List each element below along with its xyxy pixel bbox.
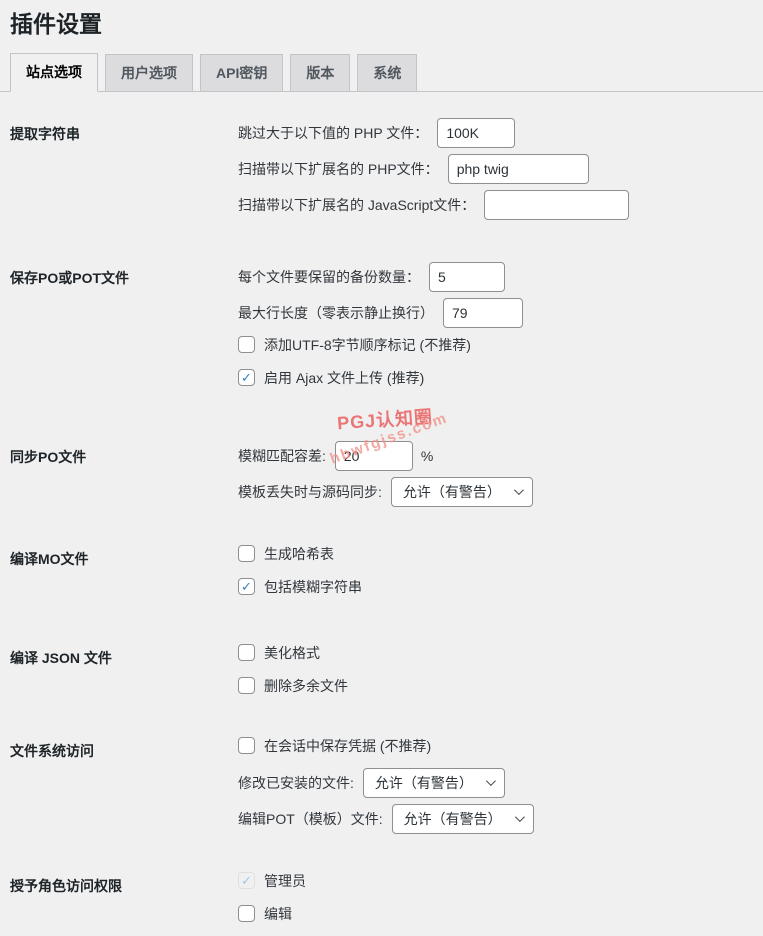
- field-label: 模糊匹配容差:: [238, 447, 326, 464]
- field-utf8-bom: 添加UTF-8字节顺序标记 (不推荐): [238, 334, 763, 356]
- php-extensions-input[interactable]: [447, 153, 589, 184]
- edit-pot-select[interactable]: 允许（有警告）: [391, 803, 534, 834]
- checkbox-label: 包括模糊字符串: [264, 578, 362, 595]
- field-skip-php-size: 跳过大于以下值的 PHP 文件：: [238, 117, 763, 148]
- field-save-credentials: 在会话中保存凭据 (不推荐): [238, 735, 763, 757]
- checkbox-label: 生成哈希表: [264, 545, 334, 562]
- field-label: 每个文件要保留的备份数量：: [238, 268, 420, 285]
- chevron-down-icon: [485, 776, 496, 787]
- chevron-down-icon: [514, 812, 525, 823]
- section-filesystem-access: 文件系统访问 在会话中保存凭据 (不推荐) 修改已安装的文件: 允许（有警告） …: [10, 735, 763, 840]
- field-role-editor: 编辑: [238, 903, 763, 925]
- checkbox-label: 美化格式: [264, 644, 320, 661]
- field-label: 扫描带以下扩展名的 JavaScript文件：: [238, 196, 476, 213]
- field-js-extensions: 扫描带以下扩展名的 JavaScript文件：: [238, 189, 763, 220]
- checkbox-label: 管理员: [264, 872, 306, 889]
- tab-site-options[interactable]: 站点选项: [10, 52, 98, 92]
- section-heading: 授予角色访问权限: [10, 877, 122, 894]
- field-label: 编辑POT（模板）文件:: [238, 810, 383, 827]
- include-fuzzy-checkbox[interactable]: ✓: [238, 578, 255, 596]
- field-role-admin: ✓ 管理员: [238, 870, 763, 892]
- field-include-fuzzy: ✓ 包括模糊字符串: [238, 576, 763, 598]
- checkbox-label: 在会话中保存凭据 (不推荐): [264, 737, 432, 754]
- field-sync-missing-template: 模板丢失时与源码同步: 允许（有警告）: [238, 476, 763, 507]
- field-label: 扫描带以下扩展名的 PHP文件：: [238, 160, 439, 177]
- section-extract-strings: 提取字符串 跳过大于以下值的 PHP 文件： 扫描带以下扩展名的 PHP文件： …: [10, 117, 763, 226]
- utf8-bom-checkbox[interactable]: [238, 336, 255, 354]
- skip-php-size-input[interactable]: [437, 117, 516, 148]
- field-pretty-print: 美化格式: [238, 642, 763, 664]
- fuzzy-tolerance-input[interactable]: [334, 440, 413, 471]
- percent-suffix: %: [420, 447, 434, 464]
- field-ajax-upload: ✓ 启用 Ajax 文件上传 (推荐): [238, 367, 763, 389]
- checkbox-label: 删除多余文件: [264, 677, 348, 694]
- section-heading: 编译MO文件: [10, 550, 89, 567]
- backup-count-input[interactable]: [429, 261, 505, 292]
- field-fuzzy-tolerance: 模糊匹配容差: %: [238, 440, 763, 471]
- modify-installed-select[interactable]: 允许（有警告）: [362, 767, 505, 798]
- tab-api-keys[interactable]: API密钥: [200, 53, 284, 91]
- section-heading: 编译 JSON 文件: [10, 649, 112, 666]
- hash-table-checkbox[interactable]: [238, 545, 255, 563]
- section-heading: 同步PO文件: [10, 448, 87, 465]
- select-value: 允许（有警告）: [374, 774, 473, 791]
- field-label: 模板丢失时与源码同步:: [238, 483, 382, 500]
- section-role-access: 授予角色访问权限 ✓ 管理员 编辑: [10, 870, 763, 936]
- field-edit-pot: 编辑POT（模板）文件: 允许（有警告）: [238, 803, 763, 834]
- page-title: 插件设置: [10, 11, 102, 37]
- field-backup-count: 每个文件要保留的备份数量：: [238, 261, 763, 292]
- tab-system[interactable]: 系统: [357, 53, 418, 91]
- section-compile-mo: 编译MO文件 生成哈希表 ✓ 包括模糊字符串: [10, 543, 763, 609]
- tab-version[interactable]: 版本: [290, 53, 351, 91]
- remove-redundant-checkbox[interactable]: [238, 677, 255, 695]
- check-icon: ✓: [241, 873, 252, 889]
- tab-user-options[interactable]: 用户选项: [105, 53, 193, 91]
- select-value: 允许（有警告）: [403, 810, 502, 827]
- field-label: 最大行长度（零表示静止换行）: [238, 304, 434, 321]
- section-heading: 文件系统访问: [10, 742, 94, 759]
- check-icon: ✓: [241, 579, 252, 595]
- field-label: 跳过大于以下值的 PHP 文件：: [238, 124, 429, 141]
- js-extensions-input[interactable]: [484, 189, 630, 220]
- section-heading: 保存PO或POT文件: [10, 269, 130, 286]
- role-admin-checkbox: ✓: [238, 872, 255, 890]
- checkbox-label: 启用 Ajax 文件上传 (推荐): [264, 369, 425, 386]
- role-editor-checkbox[interactable]: [238, 905, 255, 923]
- field-php-extensions: 扫描带以下扩展名的 PHP文件：: [238, 153, 763, 184]
- field-remove-redundant: 删除多余文件: [238, 675, 763, 697]
- section-heading: 提取字符串: [10, 125, 80, 142]
- field-hash-table: 生成哈希表: [238, 543, 763, 565]
- field-max-line-length: 最大行长度（零表示静止换行）: [238, 297, 763, 328]
- sync-missing-template-select[interactable]: 允许（有警告）: [390, 476, 533, 507]
- checkbox-label: 添加UTF-8字节顺序标记 (不推荐): [264, 336, 471, 353]
- field-label: 修改已安装的文件:: [238, 774, 354, 791]
- checkbox-label: 编辑: [264, 905, 292, 922]
- section-compile-json: 编译 JSON 文件 美化格式 删除多余文件: [10, 642, 763, 708]
- settings-form: 提取字符串 跳过大于以下值的 PHP 文件： 扫描带以下扩展名的 PHP文件： …: [0, 117, 763, 936]
- max-line-length-input[interactable]: [443, 297, 523, 328]
- ajax-upload-checkbox[interactable]: ✓: [238, 369, 255, 387]
- section-save-po-pot: 保存PO或POT文件 每个文件要保留的备份数量： 最大行长度（零表示静止换行） …: [10, 261, 763, 400]
- pretty-print-checkbox[interactable]: [238, 644, 255, 662]
- select-value: 允许（有警告）: [402, 483, 501, 500]
- section-sync-po: 同步PO文件 模糊匹配容差: % 模板丢失时与源码同步: 允许（有警告）: [10, 440, 763, 513]
- check-icon: ✓: [241, 370, 252, 386]
- chevron-down-icon: [513, 485, 524, 496]
- field-modify-installed: 修改已安装的文件: 允许（有警告）: [238, 767, 763, 798]
- save-credentials-checkbox[interactable]: [238, 737, 255, 755]
- tab-bar: 站点选项 用户选项 API密钥 版本 系统: [0, 52, 763, 92]
